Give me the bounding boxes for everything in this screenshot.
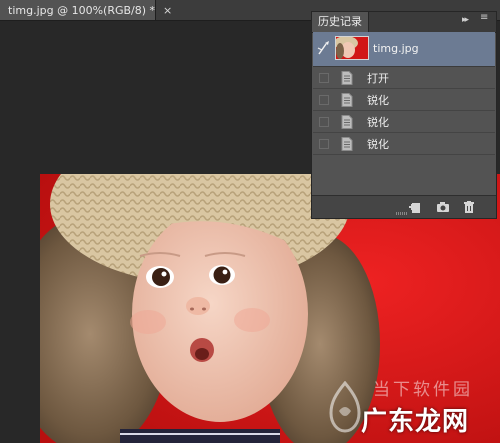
trash-icon[interactable] <box>462 200 476 214</box>
history-brush-icon[interactable] <box>317 40 331 56</box>
document-tab[interactable]: timg.jpg @ 100%(RGB/8) * × <box>0 0 172 20</box>
panel-header: 历史记录 ▸▸ ≡ <box>312 12 496 33</box>
camera-icon[interactable] <box>436 200 450 214</box>
state-label: 锐化 <box>367 93 389 107</box>
document-icon <box>341 92 353 107</box>
history-state[interactable]: 打开 <box>313 67 495 89</box>
history-state[interactable]: 锐化 <box>313 133 495 155</box>
history-state[interactable]: 锐化 <box>313 89 495 111</box>
document-icon <box>341 136 353 151</box>
state-checkbox[interactable] <box>319 116 329 127</box>
state-label: 打开 <box>367 71 389 85</box>
history-panel: 历史记录 ▸▸ ≡ timg.jpg 打开 锐化 锐化 锐化 <box>311 11 497 219</box>
state-label: 锐化 <box>367 115 389 129</box>
state-checkbox[interactable] <box>319 138 329 149</box>
new-document-from-state-icon[interactable] <box>408 200 422 214</box>
close-icon[interactable]: × <box>163 4 172 17</box>
state-checkbox[interactable] <box>319 94 329 105</box>
state-label: 锐化 <box>367 137 389 151</box>
state-checkbox[interactable] <box>319 72 329 83</box>
history-snapshot-row[interactable]: timg.jpg <box>313 32 495 67</box>
document-icon <box>341 70 353 85</box>
tab-history[interactable]: 历史记录 <box>312 12 369 32</box>
snapshot-thumbnail <box>335 36 369 60</box>
history-state-list: 打开 锐化 锐化 锐化 <box>313 67 495 155</box>
document-tab-title: timg.jpg @ 100%(RGB/8) * <box>8 3 156 17</box>
panel-resize-grip[interactable] <box>396 212 408 215</box>
watermark-top-text: 当下软件园 <box>373 380 473 400</box>
snapshot-label: timg.jpg <box>373 42 419 55</box>
watermark-bottom-text: 广东龙网 <box>361 407 470 437</box>
collapse-panel-icon[interactable]: ▸▸ <box>462 15 469 25</box>
watermark: 当下软件园 广东龙网 <box>325 373 497 439</box>
watermark-logo <box>329 381 361 433</box>
document-icon <box>341 114 353 129</box>
history-state[interactable]: 锐化 <box>313 111 495 133</box>
panel-footer <box>312 195 496 218</box>
panel-menu-icon[interactable]: ≡ <box>480 13 488 23</box>
